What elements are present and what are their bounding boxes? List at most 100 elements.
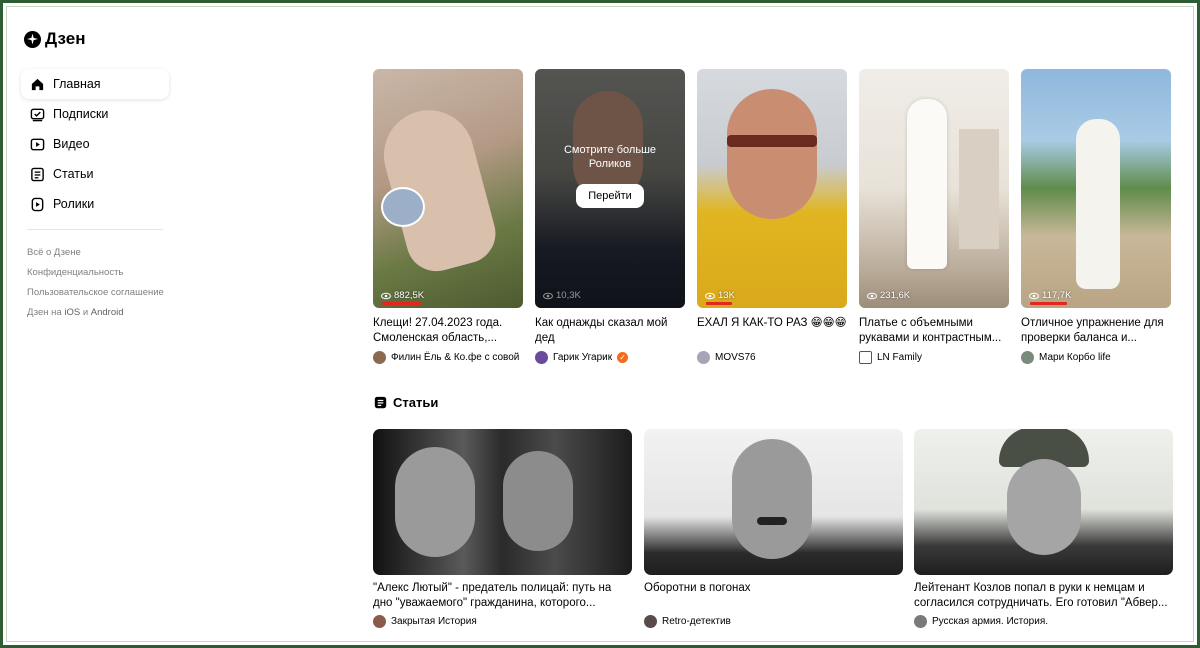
sidebar-item-articles[interactable]: Статьи xyxy=(21,159,169,189)
portrait-shape xyxy=(503,451,573,551)
reel-thumbnail[interactable]: 882,5K xyxy=(373,69,523,308)
channel-name: Мари Корбо life xyxy=(1039,352,1111,363)
reel-title[interactable]: Платье с объемными рукавами и контрастны… xyxy=(859,316,1009,346)
red-underline xyxy=(382,302,421,305)
reel-views: 13K xyxy=(705,290,735,301)
dzen-logo[interactable]: Дзен xyxy=(24,29,85,49)
reel-views: 117,7K xyxy=(1029,290,1071,301)
channel-name: MOVS76 xyxy=(715,352,756,363)
avatar xyxy=(697,351,710,364)
reel-title[interactable]: Отличное упражнение для проверки баланса… xyxy=(1021,316,1171,346)
video-icon xyxy=(29,136,45,152)
portrait-shape xyxy=(395,447,475,557)
article-thumbnail[interactable] xyxy=(914,429,1173,575)
footer-link-terms[interactable]: Пользовательское соглашение xyxy=(27,283,164,303)
eye-icon xyxy=(1029,292,1039,299)
reel-views-count: 231,6K xyxy=(880,290,911,301)
figure-shape xyxy=(1076,119,1120,289)
article-channel[interactable]: Закрытая История xyxy=(373,615,632,628)
sidebar-item-label: Статьи xyxy=(53,167,94,181)
apps-android-link[interactable]: Android xyxy=(91,307,124,318)
eye-icon xyxy=(867,292,877,299)
dress-shape xyxy=(907,99,947,269)
sidebar-item-home[interactable]: Главная xyxy=(21,69,169,99)
bed-shape xyxy=(959,129,999,249)
reel-channel[interactable]: LN Family xyxy=(859,351,1009,364)
article-channel[interactable]: Retro-детектив xyxy=(644,615,903,628)
shorts-icon xyxy=(29,196,45,212)
articles-section-title[interactable]: Статьи xyxy=(374,395,438,410)
page-frame: Дзен Главная Подписки Видео Статьи Ролик… xyxy=(0,0,1200,648)
owl-sticker xyxy=(381,187,425,227)
channel-name: LN Family xyxy=(877,352,923,363)
article-title[interactable]: Оборотни в погонах xyxy=(644,581,903,611)
logo-text: Дзен xyxy=(45,29,86,48)
more-reels-overlay: Смотрите больше Роликов Перейти xyxy=(535,69,685,308)
article-card[interactable]: Оборотни в погонах Retro-детектив xyxy=(644,429,903,628)
reel-card[interactable]: 231,6K Платье с объемными рукавами и кон… xyxy=(859,69,1009,364)
article-card[interactable]: Лейтенант Козлов попал в руки к немцам и… xyxy=(914,429,1173,628)
reel-views-count: 117,7K xyxy=(1042,290,1072,301)
sidebar-item-subscriptions[interactable]: Подписки xyxy=(21,99,169,129)
sidebar-item-label: Главная xyxy=(53,77,101,91)
reel-card[interactable]: 882,5K Клещи! 27.04.2023 года. Смоленска… xyxy=(373,69,523,364)
footer-link-apps[interactable]: Дзен на iOS и Android xyxy=(27,303,164,323)
article-thumbnail[interactable] xyxy=(373,429,632,575)
subscriptions-icon xyxy=(29,106,45,122)
reel-views: 10,3K xyxy=(543,290,581,301)
reel-thumbnail[interactable]: 231,6K xyxy=(859,69,1009,308)
sidebar-divider xyxy=(27,229,163,230)
dzen-logo-icon xyxy=(24,30,41,48)
more-reels-text: Смотрите больше Роликов xyxy=(563,144,657,170)
avatar xyxy=(644,615,657,628)
article-channel[interactable]: Русская армия. История. xyxy=(914,615,1173,628)
reel-views-count: 882,5K xyxy=(394,290,425,301)
reel-thumbnail[interactable]: Смотрите больше Роликов Перейти 10,3K xyxy=(535,69,685,308)
article-card[interactable]: "Алекс Лютый" - предатель полицай: путь … xyxy=(373,429,632,628)
article-thumbnail[interactable] xyxy=(644,429,903,575)
reel-views: 231,6K xyxy=(867,290,910,301)
portrait-shape xyxy=(1007,459,1081,555)
reel-title[interactable]: Клещи! 27.04.2023 года. Смоленская облас… xyxy=(373,316,523,346)
articles-icon xyxy=(29,166,45,182)
channel-name: Русская армия. История. xyxy=(932,616,1049,627)
reel-thumbnail[interactable]: 13K xyxy=(697,69,847,308)
go-button[interactable]: Перейти xyxy=(576,184,644,208)
sidebar-item-label: Подписки xyxy=(53,107,109,121)
reel-views-count: 10,3K xyxy=(556,290,581,301)
eye-icon xyxy=(543,292,553,299)
apps-prefix: Дзен на xyxy=(27,307,65,318)
reel-card[interactable]: 117,7K Отличное упражнение для проверки … xyxy=(1021,69,1171,364)
red-underline xyxy=(1030,302,1067,305)
eye-icon xyxy=(705,292,715,299)
red-underline xyxy=(706,302,732,305)
sidebar-nav: Главная Подписки Видео Статьи Ролики xyxy=(21,69,169,219)
reel-thumbnail[interactable]: 117,7K xyxy=(1021,69,1171,308)
verified-icon: ✓ xyxy=(617,352,629,363)
articles-icon xyxy=(374,396,387,409)
reel-title[interactable]: Как однажды сказал мой дед xyxy=(535,316,685,346)
reel-title[interactable]: ЕХАЛ Я КАК-ТО РАЗ 😁😁😁 xyxy=(697,316,847,346)
apps-and: и xyxy=(80,307,91,318)
section-title-text: Статьи xyxy=(393,395,439,410)
apps-ios-link[interactable]: iOS xyxy=(64,307,80,318)
footer-link-privacy[interactable]: Конфиденциальность xyxy=(27,263,164,283)
reel-channel[interactable]: MOVS76 xyxy=(697,351,847,364)
article-title[interactable]: "Алекс Лютый" - предатель полицай: путь … xyxy=(373,581,632,611)
eye-icon xyxy=(381,292,391,299)
reel-card[interactable]: 13K ЕХАЛ Я КАК-ТО РАЗ 😁😁😁 MOVS76 xyxy=(697,69,847,364)
reel-channel[interactable]: Мари Корбо life xyxy=(1021,351,1171,364)
avatar xyxy=(1021,351,1034,364)
sidebar-item-label: Видео xyxy=(53,137,90,151)
reel-channel[interactable]: Гарик Угарик ✓ xyxy=(535,351,685,364)
article-title[interactable]: Лейтенант Козлов попал в руки к немцам и… xyxy=(914,581,1173,611)
footer-link-about[interactable]: Всё о Дзене xyxy=(27,243,164,263)
channel-name: Retro-детектив xyxy=(662,616,731,627)
reel-channel[interactable]: Филин Ёль & Ко.фе с совой xyxy=(373,351,523,364)
ln-family-logo-icon xyxy=(859,351,872,364)
sidebar-item-shorts[interactable]: Ролики xyxy=(21,189,169,219)
sidebar-footer-links: Всё о Дзене Конфиденциальность Пользоват… xyxy=(27,243,164,323)
reel-card[interactable]: Смотрите больше Роликов Перейти 10,3K Ка… xyxy=(535,69,685,364)
avatar xyxy=(914,615,927,628)
sidebar-item-video[interactable]: Видео xyxy=(21,129,169,159)
